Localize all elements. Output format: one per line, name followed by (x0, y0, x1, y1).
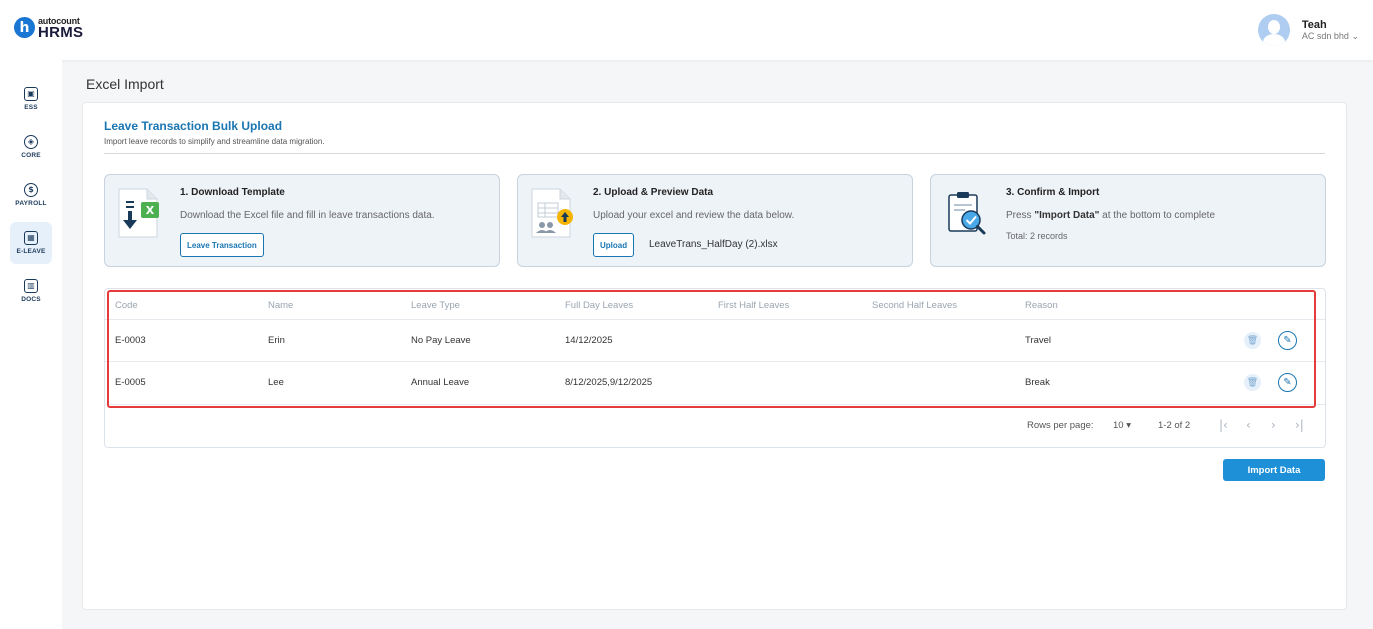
caret-down-icon: ▾ (1126, 420, 1131, 431)
leave-transaction-template-button[interactable]: Leave Transaction (180, 233, 264, 257)
excel-download-icon: X (118, 188, 159, 238)
chevron-down-icon: ⌄ (1351, 30, 1359, 41)
cell-reason: Break (1025, 377, 1050, 388)
clipboard-check-icon (948, 192, 986, 235)
step-description: Upload your excel and review the data be… (593, 210, 795, 221)
page-title: Excel Import (86, 76, 164, 92)
user-menu[interactable]: Teah AC sdn bhd ⌄ (1257, 14, 1359, 46)
import-data-button[interactable]: Import Data (1223, 459, 1325, 481)
edit-icon[interactable]: ✎ (1278, 331, 1297, 350)
dollar-icon: $ (24, 183, 38, 197)
pagination-range: 1-2 of 2 (1158, 420, 1191, 431)
total-records: Total: 2 records (1006, 231, 1068, 241)
row-divider (105, 319, 1325, 320)
user-name: Teah (1301, 18, 1327, 31)
previous-page-icon[interactable]: ‹ (1246, 418, 1251, 432)
upload-button[interactable]: Upload (593, 233, 635, 257)
step-description: Press "Import Data" at the bottom to com… (1006, 210, 1216, 221)
rows-per-page-label: Rows per page: (1027, 420, 1094, 431)
sidebar-item-payroll[interactable]: $ PAYROLL (10, 174, 52, 216)
step-title: 1. Download Template (180, 187, 285, 198)
sidebar-item-ess[interactable]: ▣ ESS (10, 78, 52, 120)
logo-h-icon: h (14, 17, 35, 38)
sidebar-item-docs[interactable]: ▥ DOCS (10, 270, 52, 312)
document-chart-icon: ▥ (24, 279, 38, 293)
step-download-template: X 1. Download Template Download the Exce… (104, 174, 500, 267)
cell-code: E-0005 (115, 377, 146, 388)
first-page-icon[interactable]: |‹ (1219, 418, 1228, 432)
next-page-icon[interactable]: › (1271, 418, 1276, 432)
delete-icon[interactable]: 🗑 (1244, 332, 1261, 349)
row-divider (105, 361, 1325, 362)
cell-name: Erin (268, 335, 285, 346)
row-divider (105, 404, 1325, 405)
step-description: Download the Excel file and fill in leav… (180, 210, 435, 221)
rows-per-page-select[interactable]: 10 ▾ (1113, 420, 1131, 431)
avatar (1257, 14, 1290, 46)
sidebar: ▣ ESS ◈ CORE $ PAYROLL ▦ E-LEAVE ▥ DOCS (0, 60, 62, 629)
step-upload-preview: 2. Upload & Preview Data Upload your exc… (517, 174, 913, 267)
column-header-code: Code (115, 300, 138, 311)
cell-leave-type: Annual Leave (411, 377, 470, 388)
section-subtitle: Import leave records to simplify and str… (104, 137, 325, 146)
divider (104, 153, 1325, 154)
delete-icon[interactable]: 🗑 (1244, 374, 1261, 391)
sidebar-item-label: PAYROLL (15, 200, 47, 207)
cell-full-day: 8/12/2025,9/12/2025 (565, 377, 653, 388)
cell-name: Lee (268, 377, 284, 388)
cell-full-day: 14/12/2025 (565, 335, 613, 346)
column-header-full-day: Full Day Leaves (565, 300, 634, 311)
sidebar-item-e-leave[interactable]: ▦ E-LEAVE (10, 222, 52, 264)
sidebar-item-label: E-LEAVE (16, 248, 46, 255)
sidebar-item-label: ESS (24, 104, 38, 111)
step-confirm-import: 3. Confirm & Import Press "Import Data" … (930, 174, 1326, 267)
id-badge-icon: ▣ (24, 87, 38, 101)
sidebar-item-label: CORE (21, 152, 41, 159)
uploaded-file-name: LeaveTrans_HalfDay (2).xlsx (649, 239, 778, 250)
step-title: 2. Upload & Preview Data (593, 187, 714, 198)
column-header-reason: Reason (1025, 300, 1058, 311)
section-title: Leave Transaction Bulk Upload (104, 119, 283, 133)
cell-leave-type: No Pay Leave (411, 335, 471, 346)
column-header-name: Name (268, 300, 294, 311)
cube-icon: ◈ (24, 135, 38, 149)
last-page-icon[interactable]: ›| (1295, 418, 1304, 432)
sidebar-item-label: DOCS (21, 296, 41, 303)
upload-file-icon (531, 188, 573, 238)
svg-text:X: X (146, 204, 155, 217)
main-card: Leave Transaction Bulk Upload Import lea… (82, 102, 1347, 610)
preview-table: Code Name Leave Type Full Day Leaves Fir… (104, 288, 1326, 448)
column-header-leave-type: Leave Type (411, 300, 460, 311)
step-title: 3. Confirm & Import (1006, 187, 1100, 198)
logo-bottom-text: HRMS (38, 24, 84, 41)
column-header-first-half: First Half Leaves (718, 300, 790, 311)
edit-icon[interactable]: ✎ (1278, 373, 1297, 392)
user-company: AC sdn bhd ⌄ (1301, 30, 1359, 41)
top-bar: h autocount HRMS Teah AC sdn bhd ⌄ (0, 0, 1373, 60)
app-logo[interactable]: h autocount HRMS (14, 16, 84, 41)
column-header-second-half: Second Half Leaves (872, 300, 958, 311)
calendar-icon: ▦ (24, 231, 38, 245)
sidebar-item-core[interactable]: ◈ CORE (10, 126, 52, 168)
cell-reason: Travel (1025, 335, 1052, 346)
cell-code: E-0003 (115, 335, 146, 346)
